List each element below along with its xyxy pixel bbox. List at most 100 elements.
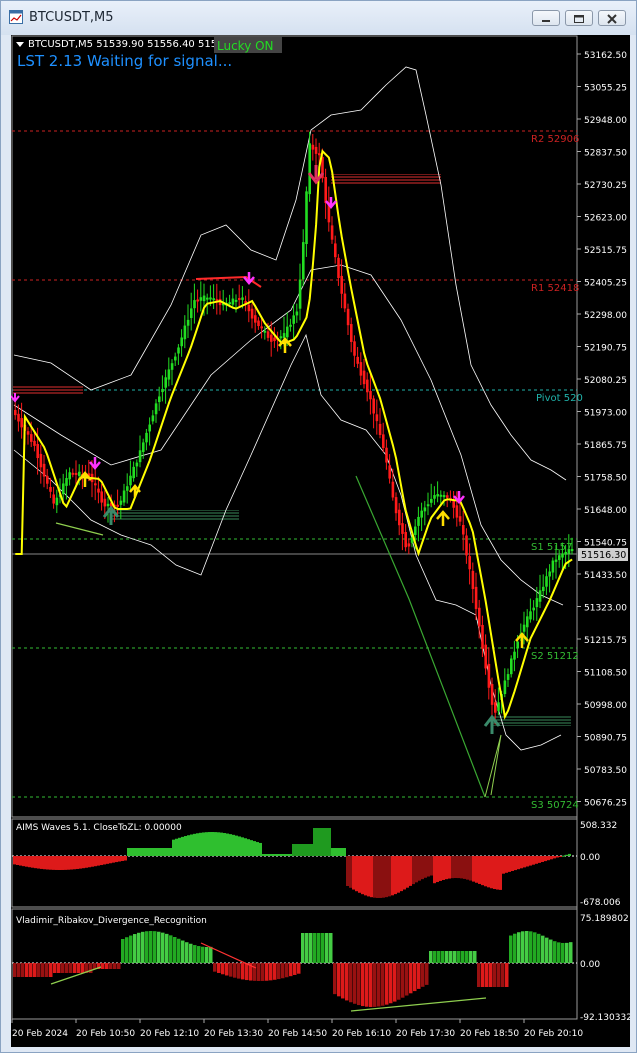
histogram-bar [49, 963, 53, 977]
candle-body [478, 607, 481, 627]
chart-menu-icon[interactable] [16, 42, 24, 47]
histogram-bar [441, 951, 445, 963]
histogram-bar [28, 856, 31, 868]
histogram-bar [473, 951, 477, 963]
histogram-bar [205, 832, 208, 856]
histogram-bar [301, 933, 305, 963]
histogram-bar [166, 848, 169, 856]
histogram-bar [103, 856, 106, 865]
candle-body [452, 500, 455, 508]
histogram-bar [313, 828, 316, 856]
histogram-bar [265, 963, 269, 981]
close-button[interactable] [598, 10, 626, 26]
histogram-bar [241, 837, 244, 856]
zigzag-line [484, 734, 502, 798]
histogram-bar [259, 842, 262, 856]
histogram-bar [19, 856, 22, 866]
histogram-bar [513, 933, 517, 963]
candle-body [42, 463, 46, 477]
histogram-bar [331, 848, 334, 856]
histogram-bar [37, 856, 40, 869]
candle-body [369, 391, 372, 400]
r1-label: R1 52418 [531, 283, 579, 294]
histogram-bar [418, 856, 421, 881]
histogram-bar [445, 951, 449, 963]
panel2-axis-zero: 0.00 [580, 960, 600, 970]
histogram-bar [508, 856, 511, 872]
candle-body [314, 146, 318, 154]
histogram-bar [190, 834, 193, 856]
histogram-bar [493, 856, 496, 890]
candle-body [202, 295, 206, 302]
restore-button[interactable] [565, 10, 593, 26]
histogram-bar [79, 856, 82, 869]
histogram-bar [405, 963, 409, 996]
histogram-bar [61, 856, 64, 870]
candle-body [78, 471, 81, 476]
ma-line [15, 149, 573, 720]
histogram-bar [550, 856, 553, 860]
price-tick-label: 52730.25 [584, 181, 627, 191]
histogram-bar [280, 854, 283, 856]
candle-body [209, 297, 212, 300]
histogram-bar [25, 963, 29, 977]
candle-body [263, 330, 267, 333]
chart-area[interactable]: BTCUSDT,M5 51539.90 51556.40 51500.00 Lu… [10, 35, 632, 1047]
candle-body [311, 144, 315, 150]
price-tick-label: 51215.75 [584, 636, 627, 646]
time-axis[interactable]: 20 Feb 2024 20 Feb 10:50 20 Feb 12:10 20 Fe… [11, 1019, 583, 1039]
histogram-bar [541, 856, 544, 862]
histogram-bar [499, 856, 502, 890]
histogram-bar [319, 828, 322, 856]
candle-body [414, 526, 417, 535]
candle-body [468, 556, 471, 570]
candle-body [180, 337, 183, 347]
histogram-bar [365, 963, 369, 1007]
histogram-bar [17, 963, 21, 977]
candle-body [324, 177, 327, 203]
histogram-bar [533, 932, 537, 963]
histogram-bar [94, 856, 97, 867]
candle-body [430, 498, 433, 503]
candle-body [346, 308, 350, 326]
candle-body [372, 398, 375, 414]
price-tick-label: 52623.00 [584, 214, 627, 224]
candles-group [14, 131, 574, 725]
histogram-bar [53, 963, 57, 973]
histogram-bar [417, 963, 421, 989]
histogram-bar [153, 931, 157, 963]
histogram-bar [559, 856, 562, 857]
candle-body [273, 337, 276, 342]
candle-body [350, 324, 353, 342]
title-bar[interactable]: BTCUSDT,M5 [1, 1, 636, 35]
histogram-bar [537, 933, 541, 963]
price-tick-label: 53055.25 [584, 84, 627, 94]
histogram-bar [45, 963, 49, 977]
histogram-bar [349, 856, 352, 888]
time-tick-label: 20 Feb 14:50 [268, 1029, 327, 1039]
histogram-bar [40, 856, 43, 869]
histogram-bar [517, 856, 520, 870]
histogram-bar [445, 856, 448, 880]
histogram-bar [253, 841, 256, 856]
histogram-bar [271, 854, 274, 856]
histogram-bar [521, 931, 525, 963]
candle-body [164, 377, 167, 388]
s3-label: S3 50724 [531, 800, 579, 811]
histogram-bar [283, 854, 286, 856]
histogram-bar [316, 828, 319, 856]
histogram-bar [457, 856, 460, 879]
histogram-bar [277, 854, 280, 856]
histogram-bar [101, 963, 105, 969]
histogram-bar [355, 856, 358, 892]
price-chart[interactable]: BTCUSDT,M5 51539.90 51556.40 51500.00 Lu… [10, 35, 632, 1047]
minimize-button[interactable] [532, 10, 560, 26]
price-tick-label: 52080.25 [584, 376, 627, 386]
histogram-bar [37, 963, 41, 977]
candle-body [126, 486, 129, 491]
histogram-bar [268, 854, 271, 856]
histogram-bar [274, 854, 277, 856]
histogram-bar [415, 856, 418, 883]
candle-body [46, 475, 49, 484]
price-tick-label: 52298.00 [584, 311, 627, 321]
